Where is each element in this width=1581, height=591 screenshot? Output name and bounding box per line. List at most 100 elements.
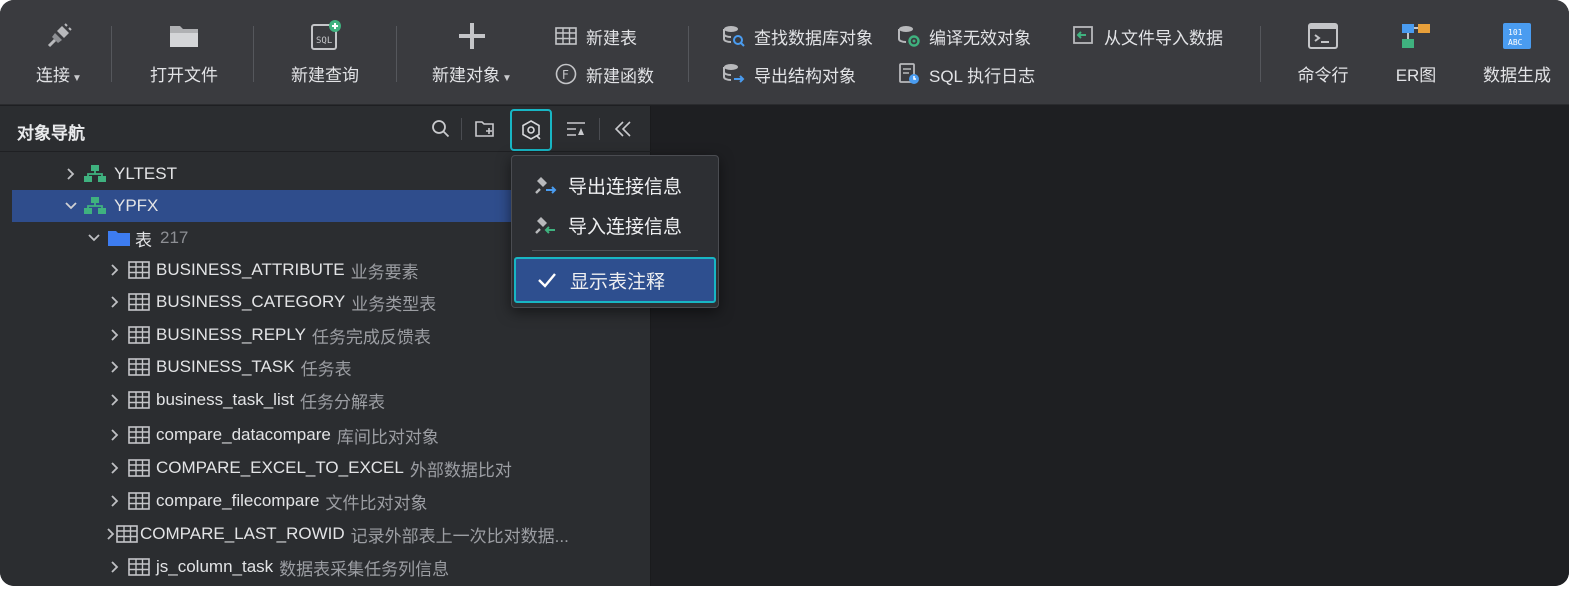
table-icon xyxy=(124,358,154,376)
import-from-file-label: 从文件导入数据 xyxy=(1104,28,1223,48)
new-function-button[interactable]: F 新建函数 xyxy=(554,61,654,87)
connection-icon xyxy=(80,164,110,184)
connection-name: YLTEST xyxy=(114,164,177,183)
chevron-down-icon xyxy=(62,197,80,215)
chevron-right-icon xyxy=(106,326,124,344)
chevron-right-icon xyxy=(62,165,80,183)
table-comment: 任务分解表 xyxy=(299,392,385,412)
main-toolbar: 连接 ▼ 打开文件 SQL 新建查询 新建对象 ▼ 新建表 F 新建函数 查找数… xyxy=(0,0,1569,105)
filter-button[interactable] xyxy=(561,114,591,144)
import-icon xyxy=(1072,24,1096,48)
compile-invalid-label: 编译无效对象 xyxy=(929,28,1031,48)
chevron-right-icon xyxy=(106,391,124,409)
menu-item-show-table-comment[interactable]: 显示表注释 xyxy=(514,257,716,303)
table-comment: 业务要素 xyxy=(350,262,419,282)
plug-import-icon xyxy=(532,212,558,238)
table-name: js_column_task xyxy=(156,557,274,576)
find-db-object-label: 查找数据库对象 xyxy=(754,28,873,48)
command-line-label: 命令行 xyxy=(1297,66,1349,85)
svg-text:101: 101 xyxy=(1508,28,1523,37)
tree-folder-tables[interactable]: 表 217 xyxy=(12,222,517,254)
search-icon xyxy=(432,120,450,138)
editor-area xyxy=(652,106,1569,586)
table-row[interactable]: BUSINESS_ATTRIBUTE 业务要素 xyxy=(12,254,517,286)
chevron-right-icon xyxy=(106,261,124,279)
er-diagram-button[interactable]: ER图 xyxy=(1380,0,1452,105)
plus-icon xyxy=(455,19,489,53)
table-comment: 记录外部表上一次比对数据... xyxy=(350,526,569,546)
table-row[interactable]: compare_datacompare 库间比对对象 xyxy=(12,419,517,451)
folder-icon xyxy=(103,228,135,248)
toolbar-divider xyxy=(688,26,689,82)
function-icon: F xyxy=(554,62,578,86)
svg-text:SQL: SQL xyxy=(316,36,332,46)
connect-button[interactable]: 连接 ▼ xyxy=(22,0,96,105)
er-diagram-label: ER图 xyxy=(1395,66,1437,85)
table-row[interactable]: COMPARE_EXCEL_TO_EXCEL 外部数据比对 xyxy=(12,452,517,484)
open-file-label: 打开文件 xyxy=(150,66,218,85)
chevron-down-icon: ▼ xyxy=(502,73,512,84)
folder-name: 表 xyxy=(135,230,152,250)
table-comment: 任务完成反馈表 xyxy=(311,327,431,347)
table-name: BUSINESS_REPLY xyxy=(156,325,306,344)
chevron-right-icon xyxy=(106,426,124,444)
menu-item-export-connection[interactable]: 导出连接信息 xyxy=(512,167,718,203)
log-clock-icon xyxy=(897,62,921,86)
import-from-file-button[interactable]: 从文件导入数据 xyxy=(1072,23,1223,49)
settings-menu: 导出连接信息 导入连接信息 显示表注释 xyxy=(511,155,719,308)
menu-item-import-connection[interactable]: 导入连接信息 xyxy=(512,207,718,243)
data-gen-button[interactable]: 101 ABC 数据生成 xyxy=(1475,0,1559,105)
table-row[interactable]: BUSINESS_CATEGORY 业务类型表 xyxy=(12,286,517,318)
folder-open-icon xyxy=(167,19,201,53)
table-icon xyxy=(124,558,154,576)
new-query-button[interactable]: SQL 新建查询 xyxy=(281,0,369,105)
table-row[interactable]: compare_filecompare 文件比对对象 xyxy=(12,485,517,517)
data-generator-icon: 101 ABC xyxy=(1500,19,1534,53)
table-row[interactable]: BUSINESS_TASK 任务表 xyxy=(12,351,517,383)
settings-button[interactable] xyxy=(510,109,552,151)
table-icon xyxy=(124,391,154,409)
table-row[interactable]: js_column_task 数据表采集任务列信息 xyxy=(12,551,517,583)
table-name: COMPARE_EXCEL_TO_EXCEL xyxy=(156,458,404,477)
toolbar-divider xyxy=(111,26,112,82)
database-gear-icon xyxy=(897,24,921,48)
chevron-right-icon xyxy=(106,525,116,543)
compile-invalid-button[interactable]: 编译无效对象 xyxy=(897,23,1031,49)
new-folder-button[interactable] xyxy=(470,114,500,144)
search-button[interactable] xyxy=(426,114,456,144)
toolbar-divider xyxy=(461,118,462,140)
new-table-button[interactable]: 新建表 xyxy=(554,23,637,49)
chevron-down-icon: ▼ xyxy=(72,73,82,84)
data-gen-label: 数据生成 xyxy=(1483,66,1551,85)
database-export-icon xyxy=(722,62,746,86)
toolbar-divider xyxy=(599,118,600,140)
tree-connection-selected[interactable]: YPFX xyxy=(12,190,517,222)
checkmark-icon xyxy=(534,267,560,293)
table-row[interactable]: BUSINESS_REPLY 任务完成反馈表 xyxy=(12,319,517,351)
export-structure-button[interactable]: 导出结构对象 xyxy=(722,61,856,87)
menu-item-label: 导出连接信息 xyxy=(568,176,683,198)
collapse-panel-button[interactable] xyxy=(608,114,638,144)
table-icon xyxy=(124,492,154,510)
command-line-button[interactable]: 命令行 xyxy=(1287,0,1359,105)
open-file-button[interactable]: 打开文件 xyxy=(140,0,228,105)
new-table-label: 新建表 xyxy=(586,28,637,48)
tree-connection[interactable]: YLTEST xyxy=(12,158,517,190)
folder-count: 217 xyxy=(160,228,189,247)
toolbar-divider xyxy=(253,26,254,82)
er-diagram-icon xyxy=(1399,19,1433,53)
sql-log-button[interactable]: SQL 执行日志 xyxy=(897,61,1035,87)
navigator-header: 对象导航 xyxy=(0,106,651,152)
table-comment: 库间比对对象 xyxy=(336,427,439,447)
toolbar-divider xyxy=(1260,26,1261,82)
new-folder-icon xyxy=(475,121,494,137)
new-function-label: 新建函数 xyxy=(586,66,654,86)
find-db-object-button[interactable]: 查找数据库对象 xyxy=(722,23,873,49)
new-object-button[interactable]: 新建对象 ▼ xyxy=(422,0,522,105)
table-name: COMPARE_LAST_ROWID xyxy=(140,524,345,543)
table-row[interactable]: business_task_list 任务分解表 xyxy=(12,384,517,416)
chevron-down-icon xyxy=(85,229,103,247)
table-row[interactable]: COMPARE_LAST_ROWID 记录外部表上一次比对数据... xyxy=(12,518,569,550)
table-comment: 数据表采集任务列信息 xyxy=(279,559,450,579)
chevron-right-icon xyxy=(106,492,124,510)
